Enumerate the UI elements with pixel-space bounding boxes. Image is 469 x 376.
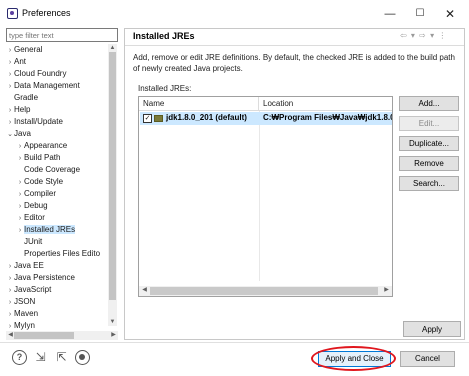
chevron-right-icon[interactable]: › [6,321,14,330]
tree-item-data-management[interactable]: › Data Management [6,80,80,92]
tree-item-label: Install/Update [14,117,63,126]
tree-item-installed-jres[interactable]: › Installed JREs [16,224,76,236]
column-divider [259,111,260,281]
tree-item-label: Compiler [24,189,57,198]
record-icon[interactable] [75,350,90,365]
remove-button[interactable]: Remove [399,156,459,171]
filter-input[interactable] [6,28,118,42]
tree-item-appearance[interactable]: › Appearance [16,140,67,152]
edit-button[interactable]: Edit... [399,116,459,131]
tree-item-label: JUnit [24,237,43,246]
tree-item-label: Build Path [24,153,61,162]
installed-jres-label: Installed JREs: [138,84,192,93]
minimize-button[interactable]: — [378,4,402,24]
tree-item-label: Editor [24,213,45,222]
scroll-left-icon[interactable]: ◀ [140,286,149,295]
jre-location-cell: C:₩Program Files₩Java₩jdk1.8.0_2 [263,113,393,122]
tree-item-code-style[interactable]: › Code Style [16,176,63,188]
maximize-button[interactable]: ☐ [408,4,432,24]
tree-item-label: Code Coverage [24,165,81,174]
tree-scroll-thumb[interactable] [109,52,116,300]
footer-divider [0,342,469,343]
cancel-button[interactable]: Cancel [400,351,455,367]
tree-item-label: JavaScript [14,285,52,294]
tree-item-label: Data Management [14,81,80,90]
close-button[interactable]: ✕ [438,4,462,24]
history-nav-icon[interactable]: ⇦ ▾ ⇨ ▾ ⋮ [400,31,447,40]
tree-item-java-persistence[interactable]: › Java Persistence [6,272,75,284]
tree-item-mylyn[interactable]: › Mylyn [6,320,35,330]
tree-item-label: Ant [14,57,27,66]
page-title: Installed JREs [133,31,195,41]
tree-item-maven[interactable]: › Maven [6,308,38,320]
add-button[interactable]: Add... [399,96,459,111]
highlight-annotation [311,346,396,371]
preference-tree: › General › Ant › Cloud Foundry › Data Manag… [6,44,118,330]
apply-button[interactable]: Apply [403,321,461,337]
eclipse-icon [7,8,18,19]
tree-hscroll-thumb[interactable] [14,332,74,339]
tree-item-install-update[interactable]: › Install/Update [6,116,63,128]
tree-item-label: Code Style [24,177,64,186]
jre-icon [154,115,163,122]
jre-name-cell: jdk1.8.0_201 (default) [166,113,247,122]
table-hscroll-thumb[interactable] [150,287,378,295]
tree-item-label: Properties Files Edito [24,249,101,258]
tree-item-label: Java [14,129,31,138]
tree-item-label: Java Persistence [14,273,75,282]
tree-item-label: Mylyn [14,321,35,330]
scroll-right-icon[interactable]: ▶ [109,331,118,340]
tree-item-label: Maven [14,309,39,318]
tree-item-properties-files-editor[interactable]: Properties Files Edito [16,248,100,260]
page-description: Add, remove or edit JRE definitions. By … [133,53,455,73]
tree-item-code-coverage[interactable]: Code Coverage [16,164,80,176]
column-header-name[interactable]: Name [139,97,259,111]
checkbox-checked-icon[interactable]: ✓ [143,114,152,123]
tree-item-ant[interactable]: › Ant [6,56,26,68]
header-divider [125,45,464,46]
tree-item-java[interactable]: ⌄Java [6,128,31,140]
tree-item-javascript[interactable]: › JavaScript [6,284,52,296]
tree-item-compiler[interactable]: › Compiler [16,188,56,200]
tree-item-editor[interactable]: › Editor [16,212,45,224]
help-icon[interactable]: ? [12,350,27,365]
tree-item-label: Help [14,105,31,114]
tree-item-build-path[interactable]: › Build Path [16,152,61,164]
tree-item-label: Appearance [24,141,68,150]
tree-item-json[interactable]: › JSON [6,296,36,308]
scroll-down-icon[interactable]: ▼ [108,318,117,327]
scroll-right-icon[interactable]: ▶ [382,286,391,295]
search-button[interactable]: Search... [399,176,459,191]
tree-item-label: Cloud Foundry [14,69,67,78]
export-icon[interactable]: ⇱ [54,350,69,365]
tree-item-label: Debug [24,201,48,210]
tree-item-label: JSON [14,297,36,306]
tree-item-label: General [14,45,43,54]
chevron-down-icon[interactable]: ⌄ [6,129,14,141]
jre-table: Name Location ✓ jdk1.8.0_201 (default) C… [138,96,393,297]
column-header-location[interactable]: Location [259,97,392,111]
tree-item-java-ee[interactable]: › Java EE [6,260,44,272]
duplicate-button[interactable]: Duplicate... [399,136,459,151]
tree-item-cloud-foundry[interactable]: › Cloud Foundry [6,68,67,80]
tree-item-label: Java EE [14,261,44,270]
tree-item-general[interactable]: › General [6,44,43,56]
import-icon[interactable]: ⇲ [33,350,48,365]
tree-item-debug[interactable]: › Debug [16,200,48,212]
tree-item-help[interactable]: › Help [6,104,31,116]
tree-item-gradle[interactable]: Gradle [6,92,38,104]
tree-item-label: Gradle [14,93,39,102]
window-title: Preferences [22,8,71,18]
tree-item-junit[interactable]: JUnit [16,236,42,248]
tree-item-label: Installed JREs [24,225,76,234]
